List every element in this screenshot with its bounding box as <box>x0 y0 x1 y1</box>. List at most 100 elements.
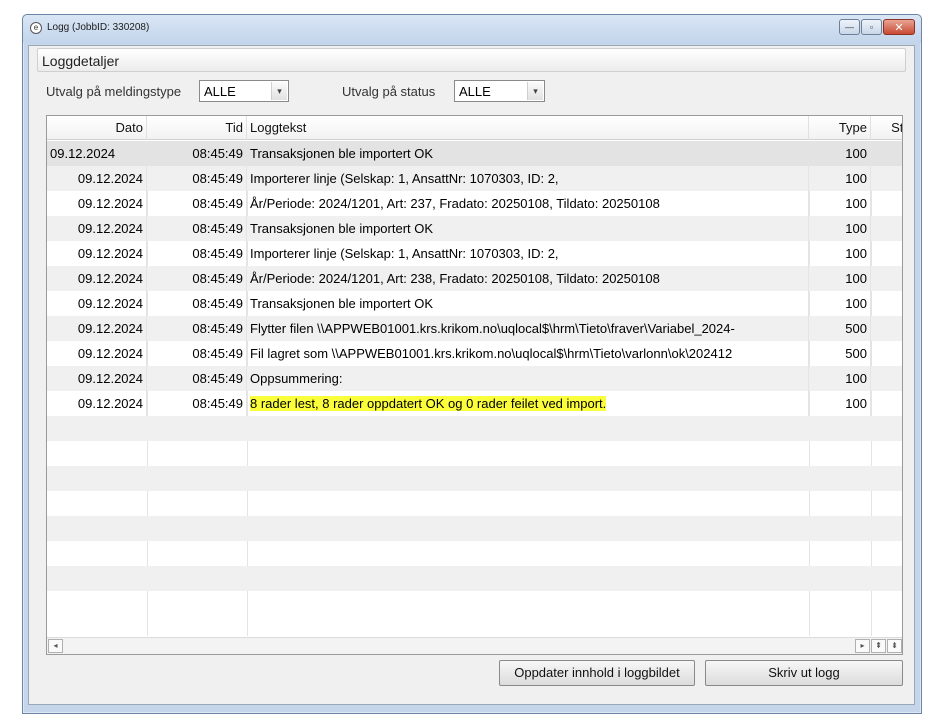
cell-time: 08:45:49 <box>147 316 247 341</box>
cell-log-text: Flytter filen \\APPWEB01001.krs.krikom.n… <box>247 316 809 341</box>
chevron-down-icon[interactable]: ▾ <box>527 82 543 100</box>
empty-table-row <box>47 541 902 566</box>
cell-log-text: Oppsummering: <box>247 366 809 391</box>
cell-status: 1 <box>871 266 902 291</box>
cell-time: 08:45:49 <box>147 266 247 291</box>
cell-status: 1 <box>871 191 902 216</box>
cell-log-text: År/Periode: 2024/1201, Art: 237, Fradato… <box>247 191 809 216</box>
app-icon: e <box>30 22 42 34</box>
page-up-button[interactable]: ⇞ <box>871 639 886 653</box>
cell-date: 09.12.2024 <box>47 291 147 316</box>
table-row[interactable]: 09.12.2024 08:45:49 Transaksjonen ble impo… <box>47 216 902 241</box>
cell-log-text: Importerer linje (Selskap: 1, AnsattNr: … <box>247 166 809 191</box>
horizontal-scrollbar[interactable]: ◂ ▸ ⇞ ⇟ <box>47 637 902 654</box>
panel-title: Loggdetaljer <box>42 53 120 69</box>
cell-status: 1 <box>871 366 902 391</box>
cell-time: 08:45:49 <box>147 216 247 241</box>
cell-type: 100 <box>809 166 871 191</box>
title-bar[interactable]: e Logg (JobbID: 330208) — ▫ ✕ <box>23 15 921 43</box>
cell-type: 100 <box>809 266 871 291</box>
cell-log-text: Transaksjonen ble importert OK <box>247 291 809 316</box>
column-header-date[interactable]: Dato <box>47 116 147 140</box>
column-header-type[interactable]: Type <box>809 116 871 140</box>
window-title: Logg (JobbID: 330208) <box>47 22 150 33</box>
cell-status: 1 <box>871 216 902 241</box>
status-filter-value: ALLE <box>459 83 491 99</box>
table-row[interactable]: 09.12.2024 08:45:49 Importerer linje (Sels… <box>47 241 902 266</box>
empty-table-row <box>47 491 902 516</box>
refresh-log-button[interactable]: Oppdater innhold i loggbildet <box>499 660 695 686</box>
table-body: 09.12.2024 08:45:49 Transaksjonen ble impo… <box>47 141 902 616</box>
print-log-button[interactable]: Skriv ut logg <box>705 660 903 686</box>
table-row[interactable]: 09.12.2024 08:45:49 8 rader lest, 8 rader … <box>47 391 902 416</box>
column-header-status[interactable]: Status <box>871 116 902 140</box>
window-controls: — ▫ ✕ <box>839 19 915 35</box>
empty-table-row <box>47 566 902 591</box>
table-row[interactable]: 09.12.2024 08:45:49 Transaksjonen ble impo… <box>47 291 902 316</box>
table-row[interactable]: 09.12.2024 08:45:49 Transaksjonen ble impo… <box>47 141 902 166</box>
cell-type: 100 <box>809 391 871 416</box>
cell-type: 500 <box>809 341 871 366</box>
cell-time: 08:45:49 <box>147 366 247 391</box>
cell-time: 08:45:49 <box>147 391 247 416</box>
cell-date: 09.12.2024 <box>47 341 147 366</box>
table-row[interactable]: 09.12.2024 08:45:49 Fil lagret som \\APPWE… <box>47 341 902 366</box>
close-button[interactable]: ✕ <box>883 19 915 35</box>
minimize-button[interactable]: — <box>839 19 860 35</box>
cell-type: 100 <box>809 241 871 266</box>
cell-time: 08:45:49 <box>147 191 247 216</box>
cell-status: 10 <box>871 341 902 366</box>
table-row[interactable]: 09.12.2024 08:45:49 Importerer linje (Sels… <box>47 166 902 191</box>
cell-time: 08:45:49 <box>147 166 247 191</box>
empty-table-row <box>47 516 902 541</box>
cell-date: 09.12.2024 <box>47 316 147 341</box>
cell-log-text: År/Periode: 2024/1201, Art: 238, Fradato… <box>247 266 809 291</box>
cell-log-text: 8 rader lest, 8 rader oppdatert OK og 0 … <box>247 391 809 416</box>
status-filter-label: Utvalg på status <box>342 84 436 99</box>
cell-date: 09.12.2024 <box>47 366 147 391</box>
table-row[interactable]: 09.12.202408:45:49Oppsummering:1001 <box>47 366 902 391</box>
cell-log-text: Transaksjonen ble importert OK <box>247 216 809 241</box>
panel-header: Loggdetaljer <box>37 48 906 72</box>
scroll-right-button[interactable]: ▸ <box>855 639 870 653</box>
log-table[interactable]: Dato Tid Loggtekst Type Status 09.12.202… <box>46 115 903 655</box>
cell-status: 1 <box>871 291 902 316</box>
cell-date: 09.12.2024 <box>47 166 147 191</box>
cell-type: 500 <box>809 316 871 341</box>
cell-status: 1 <box>871 166 902 191</box>
cell-status: 1 <box>871 241 902 266</box>
table-row[interactable]: 09.12.2024 08:45:49 År/Periode: 2024/1201,… <box>47 266 902 291</box>
cell-log-text: Importerer linje (Selskap: 1, AnsattNr: … <box>247 241 809 266</box>
scroll-left-button[interactable]: ◂ <box>48 639 63 653</box>
column-header-time[interactable]: Tid <box>147 116 247 140</box>
message-type-select[interactable]: ALLE ▾ <box>199 80 289 102</box>
cell-date: 09.12.2024 <box>47 191 147 216</box>
cell-date: 09.12.2024 <box>47 241 147 266</box>
cell-time: 08:45:49 <box>147 291 247 316</box>
cell-type: 100 <box>809 366 871 391</box>
table-row[interactable]: 09.12.2024 08:45:49 År/Periode: 2024/1201,… <box>47 191 902 216</box>
cell-status: 1 <box>871 391 902 416</box>
cell-time: 08:45:49 <box>147 141 247 166</box>
cell-status: 10 <box>871 316 902 341</box>
cell-date: 09.12.2024 <box>47 216 147 241</box>
chevron-down-icon[interactable]: ▾ <box>271 82 287 100</box>
highlighted-log-text: 8 rader lest, 8 rader oppdatert OK og 0 … <box>250 396 607 411</box>
cell-time: 08:45:49 <box>147 241 247 266</box>
cell-type: 100 <box>809 191 871 216</box>
column-header-text[interactable]: Loggtekst <box>247 116 809 140</box>
cell-date: 09.12.2024 <box>47 266 147 291</box>
message-type-label: Utvalg på meldingstype <box>46 84 182 99</box>
status-select[interactable]: ALLE ▾ <box>454 80 545 102</box>
cell-status: 1 <box>871 141 902 166</box>
empty-table-row <box>47 416 902 441</box>
page-down-button[interactable]: ⇟ <box>887 639 902 653</box>
cell-time: 08:45:49 <box>147 341 247 366</box>
cell-log-text: Transaksjonen ble importert OK <box>247 141 809 166</box>
empty-table-row <box>47 441 902 466</box>
table-row[interactable]: 09.12.2024 08:45:49 Flytter filen \\APPWEB… <box>47 316 902 341</box>
cell-log-text: Fil lagret som \\APPWEB01001.krs.krikom.… <box>247 341 809 366</box>
maximize-button[interactable]: ▫ <box>861 19 882 35</box>
empty-table-row <box>47 591 902 616</box>
table-header: Dato Tid Loggtekst Type Status <box>47 116 902 140</box>
